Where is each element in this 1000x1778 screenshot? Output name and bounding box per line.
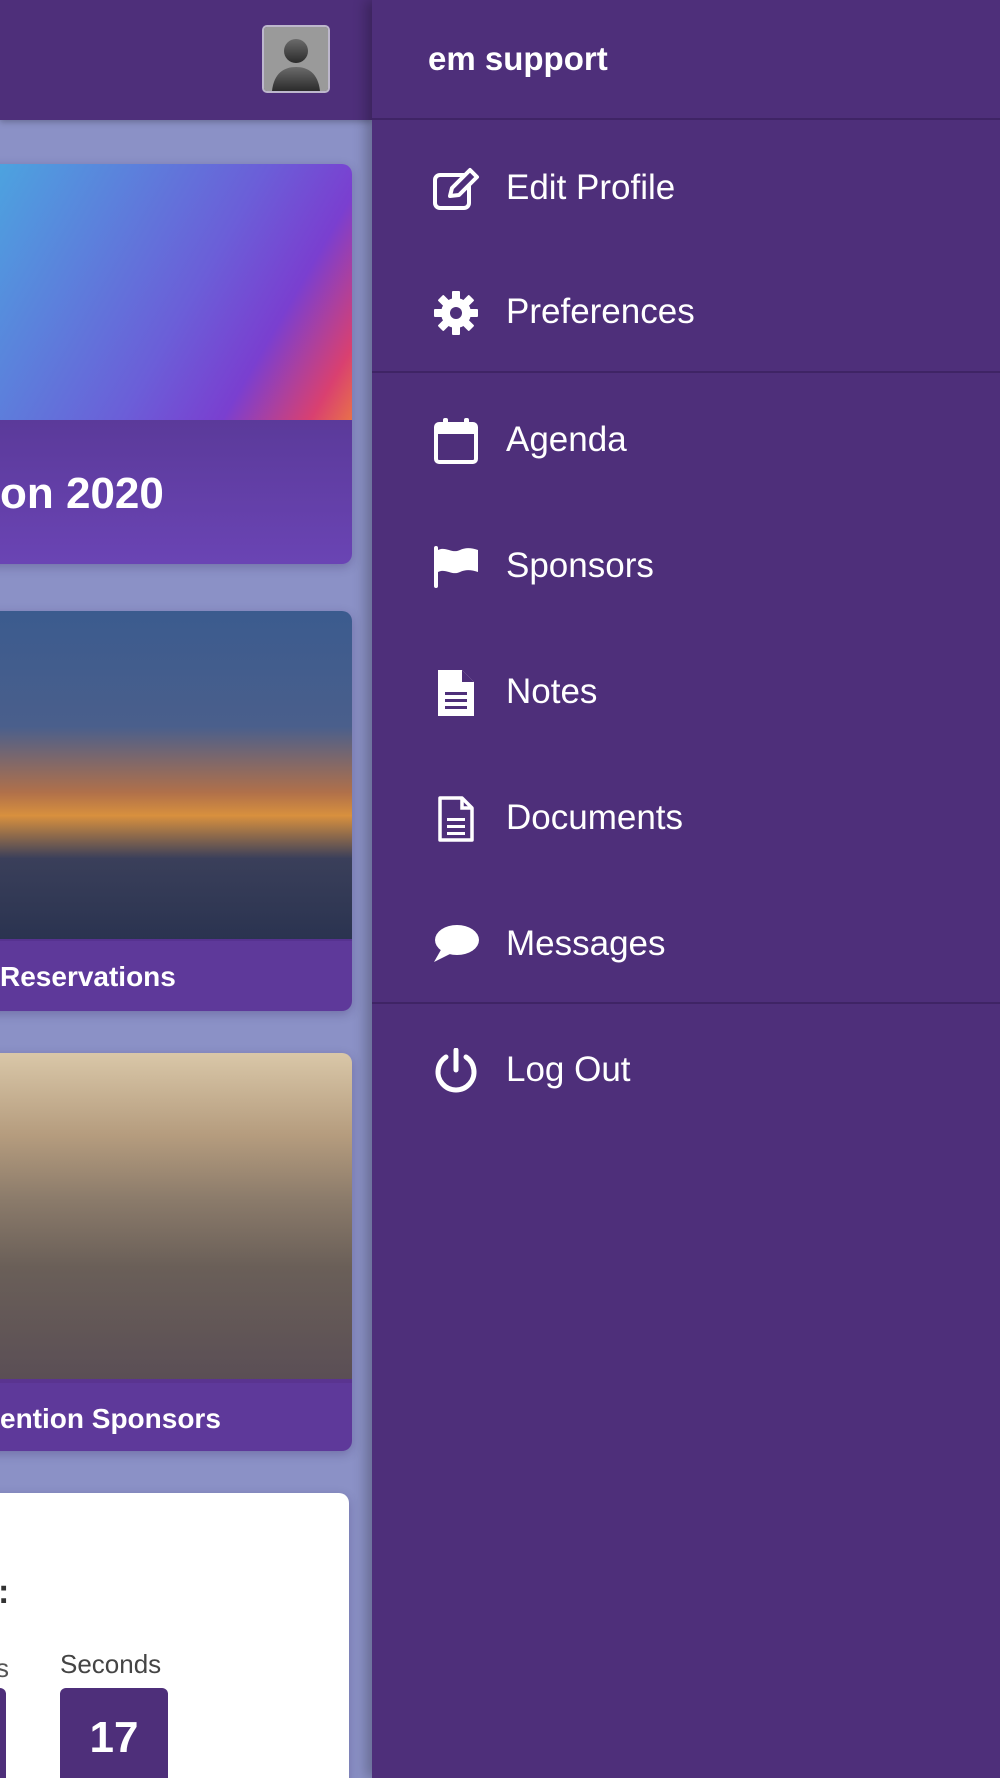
menu-item-preferences[interactable]: Preferences (372, 250, 1000, 376)
menu-item-log-out[interactable]: Log Out (372, 1008, 1000, 1134)
flag-icon (432, 544, 480, 590)
note-icon (432, 670, 480, 716)
menu-item-edit-profile[interactable]: Edit Profile (372, 126, 1000, 252)
gear-icon (432, 290, 480, 336)
menu-label: Agenda (506, 420, 627, 459)
menu-label: Preferences (506, 292, 695, 331)
reservations-card[interactable]: Reservations (0, 611, 352, 1011)
document-icon (432, 796, 480, 842)
card-title: Reservations (0, 961, 176, 992)
drawer-header: em support (372, 0, 1000, 120)
user-name: em support (428, 40, 608, 77)
menu-item-agenda[interactable]: Agenda (372, 378, 1000, 504)
menu-divider (372, 371, 1000, 373)
sponsors-card[interactable]: ention Sponsors (0, 1053, 352, 1451)
menu-item-messages[interactable]: Messages (372, 882, 1000, 1008)
home-page: on 2020 Reservations ention Sponsors : s… (0, 0, 372, 1778)
power-icon (432, 1048, 480, 1094)
minutes-box (0, 1688, 6, 1778)
countdown-colon: : (0, 1573, 9, 1612)
menu-label: Edit Profile (506, 168, 676, 207)
city-photo (0, 611, 352, 941)
menu-label: Notes (506, 672, 598, 711)
menu-label: Messages (506, 924, 666, 963)
calendar-icon (432, 418, 480, 464)
card-title: ention Sponsors (0, 1403, 221, 1434)
seconds-label: Seconds (60, 1649, 162, 1679)
menu-divider (372, 1002, 1000, 1004)
minutes-label: s (0, 1653, 9, 1683)
message-icon (432, 922, 480, 968)
menu-item-sponsors[interactable]: Sponsors (372, 504, 1000, 630)
card-title: on 2020 (0, 469, 164, 518)
seconds-value: 17 (60, 1688, 168, 1778)
app-header (0, 0, 372, 120)
menu-item-notes[interactable]: Notes (372, 630, 1000, 756)
event-photo (0, 164, 352, 420)
auditorium-photo (0, 1053, 352, 1383)
user-silhouette-icon (264, 27, 328, 91)
menu-label: Documents (506, 798, 684, 837)
side-drawer: em support Edit Profile Preferences Agen… (372, 0, 1000, 1778)
countdown-card: : s Seconds 17 (0, 1493, 349, 1778)
event-card[interactable]: on 2020 (0, 164, 352, 564)
avatar-button[interactable] (262, 25, 330, 93)
menu-item-documents[interactable]: Documents (372, 756, 1000, 882)
menu-label: Sponsors (506, 546, 654, 585)
menu-label: Log Out (506, 1050, 631, 1089)
edit-icon (432, 166, 480, 212)
